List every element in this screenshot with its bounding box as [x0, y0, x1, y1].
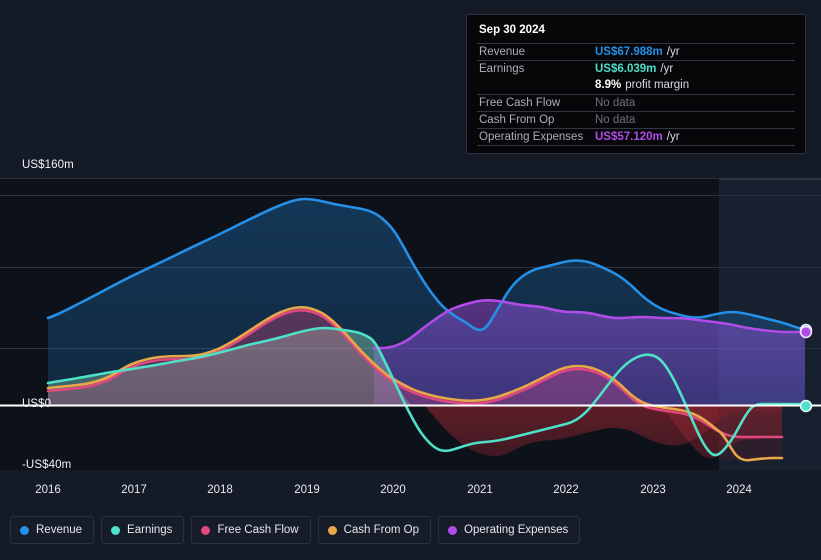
tooltip-unit-profit-margin: profit margin	[625, 79, 690, 91]
x-axis-label-2024: 2024	[726, 484, 752, 496]
legend-dot-earnings-icon	[111, 525, 121, 535]
x-axis-label-2021: 2021	[467, 484, 493, 496]
x-axis-label-2022: 2022	[553, 484, 579, 496]
tooltip-row-cash-from-op: Cash From Op No data	[477, 111, 795, 128]
legend-dot-cash-from-op-icon	[327, 525, 337, 535]
legend-item-earnings[interactable]: Earnings	[101, 516, 185, 544]
tooltip-value-profit-margin: 8.9%	[595, 79, 622, 91]
tooltip-unit-operating-expenses: /yr	[666, 131, 680, 143]
x-axis-label-2018: 2018	[207, 484, 233, 496]
tooltip-unit-earnings: /yr	[660, 63, 674, 75]
tooltip-date: Sep 30 2024	[479, 24, 545, 36]
legend-label-earnings: Earnings	[127, 524, 173, 536]
x-axis-label-2020: 2020	[380, 484, 406, 496]
tooltip-value-operating-expenses: US$57.120m	[595, 131, 663, 143]
tooltip-value-cash-from-op: No data	[595, 114, 636, 126]
tooltip-key-revenue: Revenue	[479, 46, 526, 58]
chart-legend: Revenue Earnings Free Cash Flow Cash Fro…	[10, 516, 581, 544]
endpoint-operating-expenses	[799, 325, 813, 339]
tooltip-value-free-cash-flow: No data	[595, 97, 636, 109]
legend-item-revenue[interactable]: Revenue	[10, 516, 95, 544]
x-axis-label-2017: 2017	[121, 484, 147, 496]
financial-chart-page: US$160m US$0 -US$40m 2016 2017 2018 2019…	[0, 0, 821, 560]
y-axis-label-top: US$160m	[22, 159, 74, 171]
legend-label-cash-from-op: Cash From Op	[343, 524, 420, 536]
legend-item-operating-expenses[interactable]: Operating Expenses	[438, 516, 581, 544]
tooltip-key-earnings: Earnings	[479, 63, 525, 75]
tooltip-unit-revenue: /yr	[666, 46, 680, 58]
tooltip-key-cash-from-op: Cash From Op	[479, 114, 555, 126]
x-axis-label-2023: 2023	[640, 484, 666, 496]
tooltip-value-revenue: US$67.988m	[595, 46, 663, 58]
chart-tooltip: Sep 30 2024 Revenue US$67.988m /yr Earni…	[466, 14, 806, 154]
legend-label-revenue: Revenue	[36, 524, 83, 536]
tooltip-key-free-cash-flow: Free Cash Flow	[479, 97, 561, 109]
endpoint-earnings	[799, 399, 813, 413]
y-axis-label-zero: US$0	[22, 398, 52, 410]
legend-dot-revenue-icon	[20, 525, 29, 535]
tooltip-row-operating-expenses: Operating Expenses US$57.120m /yr	[477, 128, 795, 145]
tooltip-row-free-cash-flow: Free Cash Flow No data	[477, 94, 795, 111]
tooltip-row-revenue: Revenue US$67.988m /yr	[477, 43, 795, 60]
legend-item-cash-from-op[interactable]: Cash From Op	[317, 516, 432, 544]
legend-item-free-cash-flow[interactable]: Free Cash Flow	[191, 516, 311, 544]
y-axis-label-bottom: -US$40m	[22, 459, 72, 471]
legend-dot-operating-expenses-icon	[448, 525, 458, 535]
tooltip-key-operating-expenses: Operating Expenses	[479, 131, 584, 143]
tooltip-row-profit-margin: 8.9% profit margin	[477, 77, 795, 94]
legend-dot-free-cash-flow-icon	[201, 525, 211, 535]
legend-label-free-cash-flow: Free Cash Flow	[217, 524, 299, 536]
tooltip-row-earnings: Earnings US$6.039m /yr	[477, 60, 795, 77]
tooltip-footer-divider	[477, 145, 795, 147]
x-axis-label-2016: 2016	[35, 484, 61, 496]
tooltip-value-earnings: US$6.039m	[595, 63, 657, 75]
x-axis-label-2019: 2019	[294, 484, 320, 496]
area-negative-band	[719, 405, 782, 460]
legend-label-operating-expenses: Operating Expenses	[464, 524, 569, 536]
